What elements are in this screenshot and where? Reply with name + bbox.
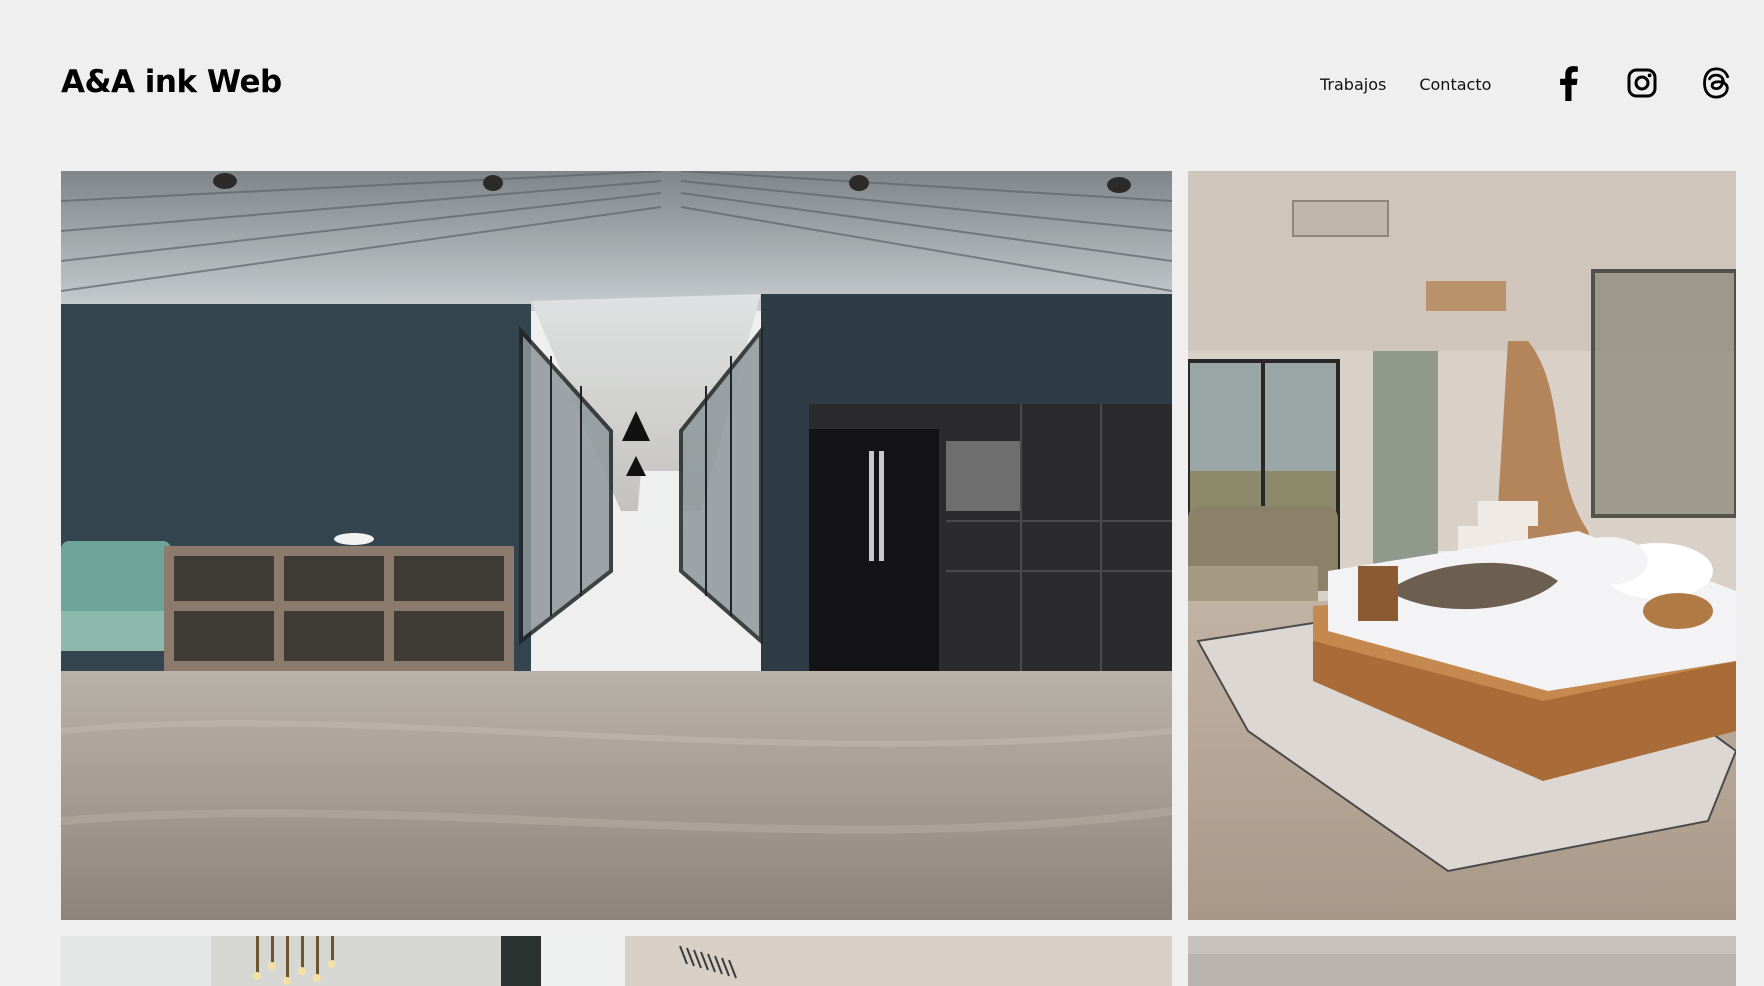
gallery-image-office[interactable] [61,171,1172,920]
instagram-icon [1627,68,1657,98]
office-hallway-image [61,171,1172,920]
main-nav: Trabajos Contacto [1320,66,1524,102]
ceiling-vent-image [625,936,1172,986]
gallery-image-ceiling-vent[interactable] [625,936,1172,986]
facebook-icon [1555,65,1581,101]
nav-link-trabajos[interactable]: Trabajos [1320,75,1386,94]
page: A&A ink Web Trabajos Contacto [0,0,1764,986]
threads-link[interactable] [1696,63,1736,103]
neutral-room-image [1188,936,1736,986]
gallery-image-bedroom[interactable] [1188,171,1736,920]
chandelier-image [61,936,609,986]
nav-link-contacto[interactable]: Contacto [1419,75,1491,94]
bedroom-image [1188,171,1736,920]
site-title[interactable]: A&A ink Web [61,62,282,102]
threads-icon [1701,67,1731,99]
facebook-link[interactable] [1548,63,1588,103]
instagram-link[interactable] [1622,63,1662,103]
gallery-image-neutral-room[interactable] [1188,936,1736,986]
gallery-image-chandelier[interactable] [61,936,609,986]
